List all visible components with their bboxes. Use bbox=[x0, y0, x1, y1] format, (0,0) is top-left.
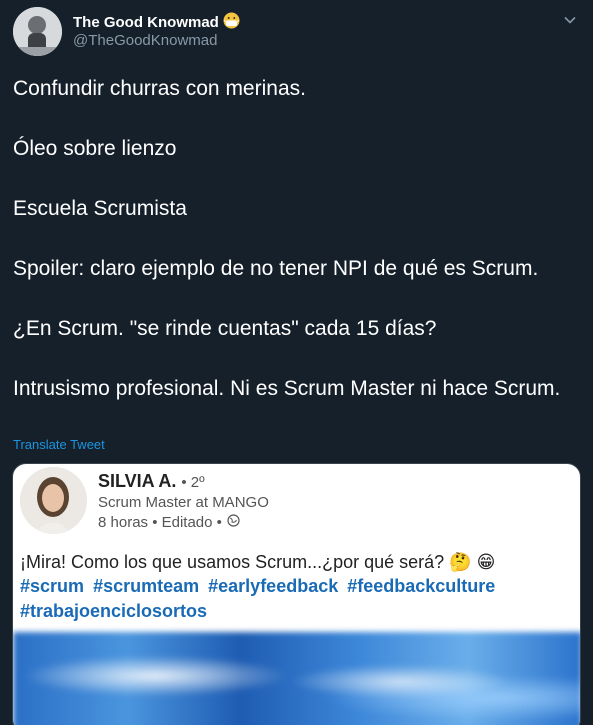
face-with-medical-mask-icon bbox=[223, 12, 240, 33]
tweet-paragraph: ¿En Scrum. "se rinde cuentas" cada 15 dí… bbox=[13, 317, 437, 340]
hashtag: #trabajoenciclosortos bbox=[20, 601, 208, 621]
tweet: The Good Knowmad @TheGoodKnowmad Confund… bbox=[0, 0, 593, 725]
author-avatar[interactable] bbox=[13, 7, 62, 56]
embedded-author-title: Scrum Master at MANGO bbox=[98, 494, 269, 511]
tweet-media-image[interactable]: SILVIA A. • 2º Scrum Master at MANGO 8 h… bbox=[12, 463, 581, 725]
hashtag: #scrum bbox=[20, 576, 85, 596]
translate-tweet-link[interactable]: Translate Tweet bbox=[13, 437, 105, 452]
hashtag-list: #scrum #scrumteam #earlyfeedback #feedba… bbox=[20, 574, 575, 624]
chevron-down-icon[interactable] bbox=[563, 13, 577, 27]
connection-degree: • 2º bbox=[181, 474, 205, 491]
author-display-name[interactable]: The Good Knowmad bbox=[73, 12, 240, 33]
tweet-paragraph: Óleo sobre lienzo bbox=[13, 137, 177, 160]
embedded-post-text: ¡Mira! Como los que usamos Scrum...¿por … bbox=[20, 552, 496, 572]
hashtag: #feedbackculture bbox=[347, 576, 496, 596]
author-handle[interactable]: @TheGoodKnowmad bbox=[73, 32, 217, 49]
tweet-paragraph: Spoiler: claro ejemplo de no tener NPI d… bbox=[13, 257, 539, 280]
embedded-post-meta-text: 8 horas • Editado • bbox=[98, 514, 222, 531]
author-name-text: The Good Knowmad bbox=[73, 14, 219, 31]
hashtag: #earlyfeedback bbox=[208, 576, 339, 596]
tweet-paragraph: Intrusismo profesional. Ni es Scrum Mast… bbox=[13, 377, 561, 400]
embedded-post-meta: 8 horas • Editado • bbox=[98, 514, 240, 531]
embedded-author-avatar bbox=[20, 467, 87, 534]
embedded-author-name: SILVIA A. • 2º bbox=[98, 471, 205, 492]
tweet-paragraph: Escuela Scrumista bbox=[13, 197, 187, 220]
tweet-paragraph: Confundir churras con merinas. bbox=[13, 77, 306, 100]
tweet-text: Confundir churras con merinas. Óleo sobr… bbox=[13, 74, 578, 403]
embedded-author-name-text: SILVIA A. bbox=[98, 471, 177, 491]
globe-icon bbox=[227, 514, 240, 531]
blurred-photo bbox=[13, 632, 580, 725]
hashtag: #scrumteam bbox=[93, 576, 200, 596]
